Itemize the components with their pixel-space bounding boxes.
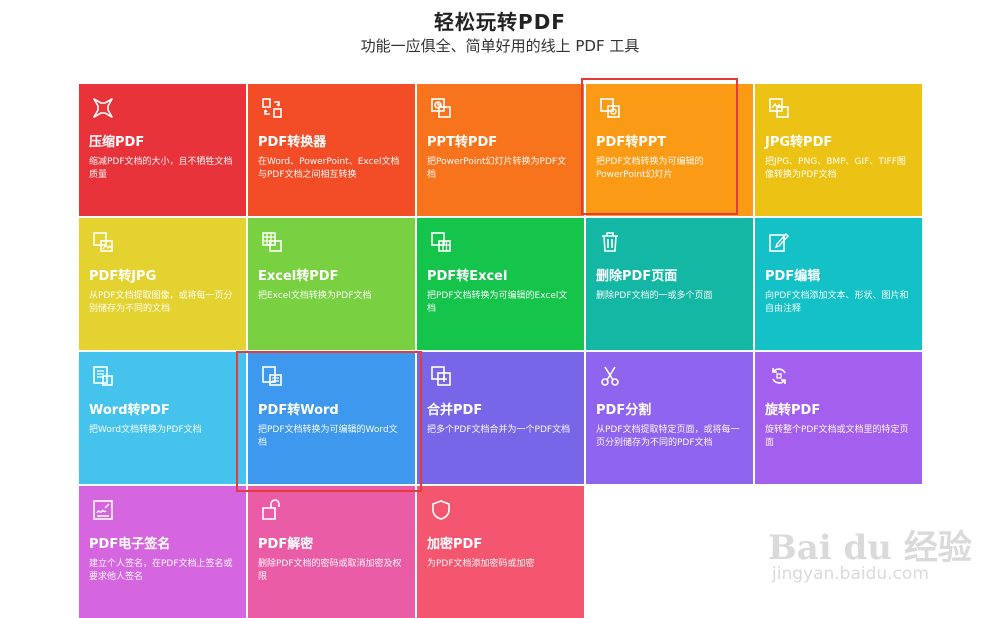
tool-tile-ppt[interactable]: PPT转PDF 把PowerPoint幻灯片转换为PDF文档 bbox=[417, 84, 584, 216]
tool-tile-pdf-to-excel[interactable]: PDF转Excel 把PDF文档转换为可编辑的Excel文档 bbox=[417, 218, 584, 350]
tool-tile-pdf-to-ppt[interactable]: PDF转PPT 把PDF文档转换为可编辑的PowerPoint幻灯片 bbox=[586, 84, 753, 216]
tool-tile-word[interactable]: Word转PDF 把Word文档转换为PDF文档 bbox=[79, 352, 246, 484]
tool-name: PDF解密 bbox=[258, 537, 314, 552]
tool-description: 把PDF文档转换为可编辑的Excel文档 bbox=[427, 291, 568, 314]
image-icon bbox=[767, 96, 791, 120]
ppt-icon bbox=[429, 96, 453, 120]
pdf-to-excel-icon bbox=[429, 230, 453, 254]
convert-icon bbox=[260, 96, 284, 120]
tool-name: PDF转换器 bbox=[258, 135, 327, 150]
tool-description: 向PDF文档添加文本、形状、图片和自由注释 bbox=[765, 291, 909, 314]
tool-name: PDF转PPT bbox=[596, 135, 667, 150]
tool-description: 为PDF文档添加密码或加密 bbox=[427, 559, 535, 569]
tool-tile-edit[interactable]: PDF编辑向PDF文档添加文本、形状、图片和自由注释 bbox=[755, 218, 922, 350]
tool-description: 在Word、PowerPoint、Excel文档与PDF文档之间相互转换 bbox=[258, 157, 400, 180]
tool-name: PDF编辑 bbox=[765, 269, 821, 284]
tool-tile-rotate[interactable]: 旋转PDF 旋转整个PDF文档或文档里的特定页面 bbox=[755, 352, 922, 484]
tool-description: 从PDF文档提取图像，或将每一页分别储存为不同的文档 bbox=[89, 291, 233, 314]
tool-description: 把多个PDF文档合并为一个PDF文档 bbox=[427, 425, 571, 435]
word-icon bbox=[91, 364, 115, 388]
tool-name: 删除PDF页面 bbox=[596, 269, 678, 284]
page-subtitle: 功能一应俱全、简单好用的线上 PDF 工具 bbox=[360, 37, 640, 55]
baidu-watermark-url: jingyan.baidu.com bbox=[772, 564, 929, 584]
tool-description: 删除PDF文档的一或多个页面 bbox=[596, 291, 713, 301]
pdf-to-ppt-icon bbox=[598, 96, 622, 120]
rotate-icon bbox=[767, 364, 791, 388]
tool-name: 合并PDF bbox=[427, 403, 483, 418]
page-title: 轻松玩转PDF bbox=[434, 10, 566, 34]
tool-name: JPG转PDF bbox=[765, 135, 833, 150]
tool-name: 加密PDF bbox=[427, 537, 483, 552]
tool-tile-pdf-to-word[interactable]: PDF转Word 把PDF文档转换为可编辑的Word文档 bbox=[248, 352, 415, 484]
tool-description: 建立个人签名，在PDF文档上签名或要求他人签名 bbox=[89, 559, 233, 582]
tool-tile-scissors[interactable]: PDF分割从PDF文档提取特定页面，或将每一页分别储存为不同的PDF文档 bbox=[586, 352, 753, 484]
tool-tile-signature[interactable]: PDF电子签名建立个人签名，在PDF文档上签名或要求他人签名 bbox=[79, 486, 246, 618]
tool-description: 旋转整个PDF文档或文档里的特定页面 bbox=[765, 425, 909, 448]
tool-tile-unlock[interactable]: PDF解密删除PDF文档的密码或取消加密及权限 bbox=[248, 486, 415, 618]
scissors-icon bbox=[598, 364, 622, 388]
tool-name: Word转PDF bbox=[89, 403, 170, 418]
tool-description: 缩减PDF文档的大小，且不牺牲文档质量 bbox=[89, 157, 233, 180]
compress-icon bbox=[91, 96, 115, 120]
tool-tile-merge[interactable]: 合并PDF 把多个PDF文档合并为一个PDF文档 bbox=[417, 352, 584, 484]
tool-description: 把JPG、PNG、BMP、GIF、TIFF图像转换为PDF文档 bbox=[765, 157, 906, 180]
tool-description: 把Excel文档转换为PDF文档 bbox=[258, 291, 372, 301]
edit-icon bbox=[767, 230, 791, 254]
excel-icon bbox=[260, 230, 284, 254]
tool-name: PPT转PDF bbox=[427, 135, 498, 150]
tool-name: 压缩PDF bbox=[89, 135, 145, 150]
merge-icon bbox=[429, 364, 453, 388]
tool-tile-compress[interactable]: 压缩PDF 缩减PDF文档的大小，且不牺牲文档质量 bbox=[79, 84, 246, 216]
tool-tile-shield[interactable]: 加密PDF 为PDF文档添加密码或加密 bbox=[417, 486, 584, 618]
tool-tile-pdf-to-image[interactable]: PDF转JPG 从PDF文档提取图像，或将每一页分别储存为不同的文档 bbox=[79, 218, 246, 350]
pdf-to-word-icon bbox=[260, 364, 284, 388]
tool-name: PDF转Excel bbox=[427, 269, 508, 284]
baidu-watermark-logo: Bai du 经验 bbox=[768, 528, 972, 568]
tool-name: PDF转JPG bbox=[89, 269, 157, 284]
tool-tile-excel[interactable]: Excel转PDF 把Excel文档转换为PDF文档 bbox=[248, 218, 415, 350]
tool-tile-convert[interactable]: PDF转换器在Word、PowerPoint、Excel文档与PDF文档之间相互… bbox=[248, 84, 415, 216]
tool-tile-trash[interactable]: 删除PDF页面删除PDF文档的一或多个页面 bbox=[586, 218, 753, 350]
tool-description: 把PDF文档转换为可编辑的Word文档 bbox=[258, 425, 398, 448]
unlock-icon bbox=[260, 498, 284, 522]
signature-icon bbox=[91, 498, 115, 522]
tool-description: 把PowerPoint幻灯片转换为PDF文档 bbox=[427, 157, 567, 180]
tool-name: Excel转PDF bbox=[258, 269, 339, 284]
tool-description: 从PDF文档提取特定页面，或将每一页分别储存为不同的PDF文档 bbox=[596, 425, 740, 448]
shield-icon bbox=[429, 498, 453, 522]
tool-name: PDF分割 bbox=[596, 403, 652, 418]
tool-description: 把PDF文档转换为可编辑的PowerPoint幻灯片 bbox=[596, 157, 704, 180]
trash-icon bbox=[598, 230, 622, 254]
tool-tile-image[interactable]: JPG转PDF 把JPG、PNG、BMP、GIF、TIFF图像转换为PDF文档 bbox=[755, 84, 922, 216]
tool-name: PDF转Word bbox=[258, 403, 339, 418]
tool-description: 把Word文档转换为PDF文档 bbox=[89, 425, 202, 435]
tool-name: PDF电子签名 bbox=[89, 537, 171, 552]
tool-name: 旋转PDF bbox=[765, 403, 821, 418]
tool-description: 删除PDF文档的密码或取消加密及权限 bbox=[258, 559, 402, 582]
pdf-to-image-icon bbox=[91, 230, 115, 254]
